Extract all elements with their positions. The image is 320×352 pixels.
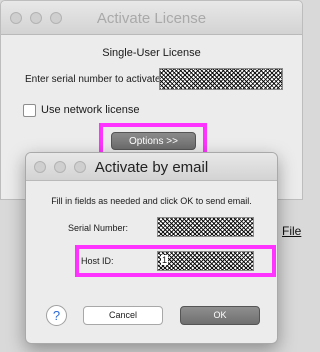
email-dialog-titlebar: Activate by email <box>26 153 277 181</box>
dialog-serial-number-field[interactable] <box>157 217 254 237</box>
license-window-titlebar: Activate License <box>1 1 302 35</box>
serial-number-field-label: Serial Number: <box>68 223 129 233</box>
host-id-prefix: 1 <box>161 255 169 265</box>
host-id-field[interactable]: 1 <box>157 251 254 271</box>
cancel-button[interactable]: Cancel <box>83 306 163 325</box>
use-network-license-label: Use network license <box>41 104 140 116</box>
background-file-link: File <box>282 224 302 238</box>
serial-number-label: Enter serial number to activate <box>25 74 161 85</box>
email-dialog-title: Activate by email <box>94 159 209 176</box>
activate-by-email-dialog: Activate by email Fill in fields as need… <box>25 152 278 344</box>
serial-number-field[interactable] <box>159 68 283 90</box>
ok-button[interactable]: OK <box>180 306 260 325</box>
dialog-instructions: Fill in fields as needed and click OK to… <box>51 196 252 206</box>
options-button[interactable]: Options >> <box>111 132 196 150</box>
help-button[interactable]: ? <box>46 305 67 326</box>
license-window-title: Activate License <box>96 10 207 27</box>
host-id-label: Host ID: <box>81 256 114 266</box>
use-network-license-checkbox[interactable] <box>23 104 36 117</box>
license-type-label: Single-User License <box>102 47 201 59</box>
